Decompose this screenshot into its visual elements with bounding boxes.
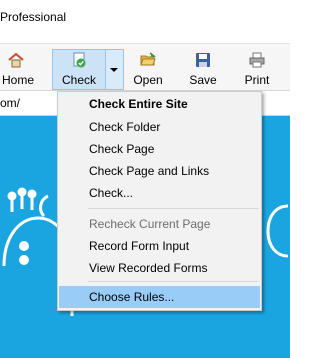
menu-item-label: Record Form Input bbox=[89, 239, 190, 253]
menu-separator bbox=[88, 208, 259, 209]
save-disk-icon bbox=[196, 53, 210, 67]
toolbar: Home Check Open Save Print bbox=[0, 44, 290, 91]
menu-item-choose-rules[interactable]: Choose Rules... bbox=[59, 286, 260, 308]
printer-icon bbox=[249, 52, 265, 68]
home-label: Home bbox=[1, 73, 34, 87]
address-input[interactable]: om/ bbox=[0, 96, 20, 110]
save-button[interactable]: Save bbox=[182, 50, 224, 88]
menu-item-record-form-input[interactable]: Record Form Input bbox=[58, 235, 261, 257]
print-label: Print bbox=[244, 73, 270, 87]
check-dropdown-button[interactable] bbox=[105, 49, 124, 90]
menu-item-check-folder[interactable]: Check Folder bbox=[58, 116, 261, 138]
check-dropdown-menu: Check Entire Site Check Folder Check Pag… bbox=[57, 91, 262, 311]
menu-item-label: Choose Rules... bbox=[89, 290, 175, 304]
check-label: Check bbox=[61, 73, 96, 87]
save-label: Save bbox=[189, 73, 217, 87]
menu-item-label: Check Page and Links bbox=[89, 164, 210, 178]
home-icon bbox=[8, 52, 24, 68]
menu-item-check-page-and-links[interactable]: Check Page and Links bbox=[58, 160, 261, 182]
menu-item-label: Check Page bbox=[89, 142, 155, 156]
menu-item-check-custom[interactable]: Check... bbox=[58, 182, 261, 204]
title-bar: Professional bbox=[0, 0, 290, 44]
menu-item-check-entire-site[interactable]: Check Entire Site bbox=[58, 93, 261, 115]
menu-item-check-page[interactable]: Check Page bbox=[58, 138, 261, 160]
print-button[interactable]: Print bbox=[236, 50, 278, 88]
check-button[interactable]: Check bbox=[52, 49, 106, 90]
window-title: Professional bbox=[0, 10, 67, 24]
menu-item-recheck-current-page: Recheck Current Page bbox=[58, 213, 261, 235]
open-folder-icon bbox=[140, 52, 156, 66]
dropdown-arrow-icon bbox=[110, 68, 118, 72]
menu-separator bbox=[88, 281, 259, 282]
menu-item-label: Recheck Current Page bbox=[89, 217, 211, 231]
menu-item-view-recorded-forms[interactable]: View Recorded Forms bbox=[58, 257, 261, 279]
check-page-icon bbox=[73, 52, 86, 68]
open-label: Open bbox=[133, 73, 163, 87]
menu-item-label: View Recorded Forms bbox=[89, 261, 208, 275]
home-button[interactable]: Home bbox=[0, 50, 36, 88]
open-button[interactable]: Open bbox=[128, 50, 168, 88]
menu-item-label: Check Folder bbox=[89, 120, 161, 134]
menu-item-label: Check... bbox=[89, 186, 134, 200]
menu-item-label: Check Entire Site bbox=[89, 97, 188, 111]
